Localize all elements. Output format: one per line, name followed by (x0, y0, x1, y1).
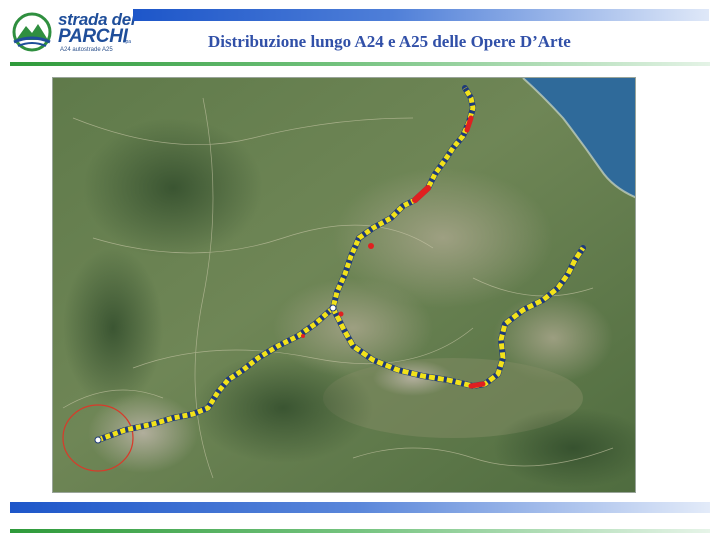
page-title: Distribuzione lungo A24 e A25 delle Oper… (208, 32, 571, 51)
mountain-logo-icon (12, 12, 52, 52)
map-canvas (53, 78, 635, 492)
footer-rule (10, 529, 710, 533)
red-segment-icon (301, 334, 305, 338)
forest-area (193, 353, 373, 463)
junction-marker (94, 436, 102, 444)
header-bar (133, 9, 709, 21)
logo-subtitle: A24 autostrade A25 (60, 47, 113, 53)
red-segment-icon (368, 243, 374, 249)
footer-bar (10, 502, 710, 513)
junction-marker (329, 304, 337, 312)
satellite-map (52, 77, 636, 493)
red-segment-icon (338, 311, 344, 317)
company-logo: strada dei PARCHI spa A24 autostrade A25 (10, 10, 140, 56)
logo-suffix: spa (123, 39, 132, 45)
header-rule (10, 62, 710, 66)
forest-area (83, 118, 263, 258)
forest-area (63, 248, 163, 408)
logo-name-line2: PARCHI (58, 26, 128, 47)
red-segment-icon (468, 381, 486, 389)
